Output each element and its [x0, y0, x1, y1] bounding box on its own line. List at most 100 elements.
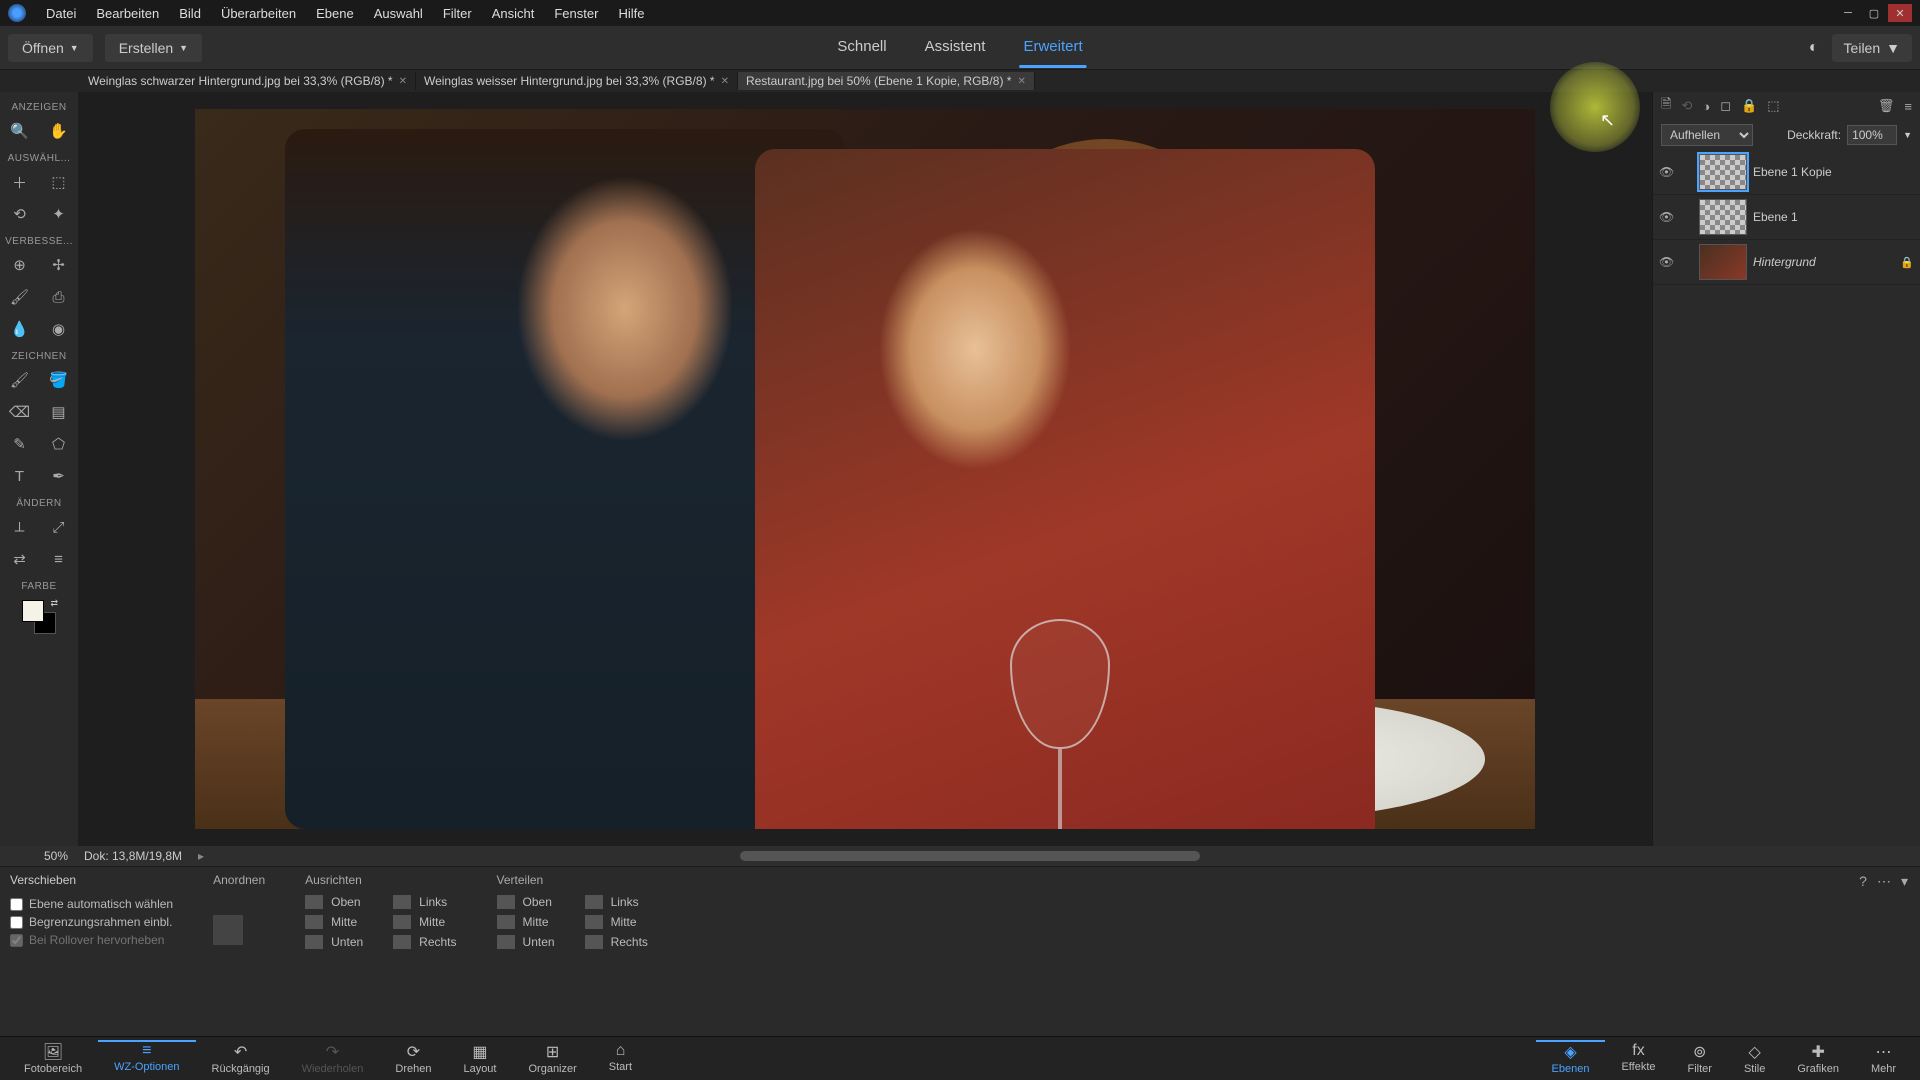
fx-panel-icon[interactable]: ⬚ — [1767, 98, 1779, 114]
checkbox[interactable] — [10, 916, 23, 929]
bottom-fotobereich[interactable]: 🖼Fotobereich — [8, 1040, 98, 1077]
layer-name[interactable]: Ebene 1 — [1753, 210, 1914, 224]
canvas-area[interactable] — [78, 92, 1652, 846]
menu-hilfe[interactable]: Hilfe — [608, 6, 654, 21]
contrast-icon[interactable]: ◐ — [1800, 34, 1828, 62]
layer-row[interactable]: 👁Ebene 1 Kopie — [1653, 150, 1920, 195]
layer-name[interactable]: Hintergrund — [1753, 255, 1894, 269]
help-icon[interactable]: ? — [1859, 873, 1867, 890]
pencil-icon[interactable]: ✎ — [0, 428, 39, 460]
open-button[interactable]: Öffnen▼ — [8, 34, 93, 62]
stamp-icon[interactable]: ⎙ — [39, 281, 78, 313]
menu-ansicht[interactable]: Ansicht — [482, 6, 545, 21]
swap-colors-icon[interactable]: ⇄ — [50, 598, 58, 609]
menu-bild[interactable]: Bild — [169, 6, 211, 21]
bottom-grafiken[interactable]: ✚Grafiken — [1781, 1040, 1855, 1077]
zoom-icon[interactable]: 🔍 — [0, 115, 39, 147]
menu-bearbeiten[interactable]: Bearbeiten — [86, 6, 169, 21]
option-checkbox[interactable]: Ebene automatisch wählen — [10, 895, 173, 913]
align-button[interactable]: Mitte — [393, 915, 456, 929]
more-options-icon[interactable]: ⋯ — [1877, 873, 1891, 890]
menu-ebene[interactable]: Ebene — [306, 6, 364, 21]
document-tab[interactable]: Weinglas weisser Hintergrund.jpg bei 33,… — [416, 72, 738, 90]
menu-auswahl[interactable]: Auswahl — [364, 6, 433, 21]
layer-thumbnail[interactable] — [1699, 154, 1747, 190]
bottom-rückgängig[interactable]: ↶Rückgängig — [196, 1040, 286, 1077]
align-button[interactable]: Unten — [497, 935, 555, 949]
minimize-button[interactable]: ─ — [1836, 4, 1860, 22]
bottom-filter[interactable]: ⊚Filter — [1672, 1040, 1728, 1077]
lasso-icon[interactable]: ⟲ — [0, 198, 39, 230]
lock-icon[interactable]: 🔒 — [1741, 98, 1757, 114]
layer-thumbnail[interactable] — [1699, 199, 1747, 235]
option-checkbox[interactable]: Begrenzungsrahmen einbl. — [10, 913, 173, 931]
maximize-button[interactable]: ▢ — [1862, 4, 1886, 22]
align-button[interactable]: Links — [585, 895, 648, 909]
close-tab-icon[interactable]: ✕ — [1017, 76, 1025, 87]
layer-visibility-icon[interactable]: 👁 — [1659, 165, 1673, 179]
marquee-icon[interactable]: ⬚ — [39, 166, 78, 198]
gradient-icon[interactable]: ▤ — [39, 396, 78, 428]
close-tab-icon[interactable]: ✕ — [721, 76, 729, 87]
pen-icon[interactable]: ✒ — [39, 460, 78, 492]
collapse-icon[interactable]: ▾ — [1901, 873, 1908, 890]
align-button[interactable]: Links — [393, 895, 456, 909]
bottom-drehen[interactable]: ⟳Drehen — [379, 1040, 447, 1077]
new-doc-icon[interactable]: 🗎 — [1661, 95, 1671, 117]
align-button[interactable]: Unten — [305, 935, 363, 949]
brush-icon[interactable]: 🖌 — [0, 364, 39, 396]
horizontal-scrollbar[interactable] — [740, 851, 1200, 861]
bottom-mehr[interactable]: ⋯Mehr — [1855, 1040, 1912, 1077]
menu-filter[interactable]: Filter — [433, 6, 482, 21]
align-button[interactable]: Rechts — [585, 935, 648, 949]
redeye-icon[interactable]: ⊕ — [0, 249, 39, 281]
color-swatch[interactable]: ⇄ — [22, 600, 56, 634]
link-icon[interactable]: ⟲ — [1681, 98, 1692, 114]
bucket-icon[interactable]: 🪣 — [39, 364, 78, 396]
adjust-icon[interactable]: ◑ — [1702, 99, 1710, 114]
add-icon[interactable]: ＋ — [0, 166, 39, 198]
create-button[interactable]: Erstellen▼ — [105, 34, 202, 62]
eraser-icon[interactable]: ⌫ — [0, 396, 39, 428]
layer-thumbnail[interactable] — [1699, 244, 1747, 280]
hand-icon[interactable]: ✋ — [39, 115, 78, 147]
blur-icon[interactable]: 💧 — [0, 313, 39, 345]
panel-menu-icon[interactable]: ≡ — [1904, 99, 1912, 114]
mask-icon[interactable]: ◻ — [1720, 98, 1731, 114]
bottom-ebenen[interactable]: ◈Ebenen — [1536, 1040, 1606, 1077]
document-tab[interactable]: Restaurant.jpg bei 50% (Ebene 1 Kopie, R… — [738, 72, 1035, 90]
close-tab-icon[interactable]: ✕ — [399, 76, 407, 87]
shape-icon[interactable]: ⬠ — [39, 428, 78, 460]
layer-row[interactable]: 👁 Ebene 1 — [1653, 195, 1920, 240]
chevron-right-icon[interactable]: ▸ — [198, 849, 204, 863]
layer-visibility-icon[interactable]: 👁 — [1659, 210, 1673, 224]
bottom-organizer[interactable]: ⊞Organizer — [512, 1040, 592, 1077]
align-button[interactable]: Oben — [497, 895, 555, 909]
fg-color[interactable] — [22, 600, 44, 622]
menu-überarbeiten[interactable]: Überarbeiten — [211, 6, 306, 21]
spot-icon[interactable]: ✢ — [39, 249, 78, 281]
align-button[interactable]: Rechts — [393, 935, 456, 949]
trash-icon[interactable]: 🗑 — [1878, 98, 1895, 114]
bottom-start[interactable]: ⌂Start — [593, 1040, 648, 1077]
align-button[interactable]: Mitte — [585, 915, 648, 929]
shuffle-icon[interactable]: ⇄ — [0, 543, 39, 575]
wand-icon[interactable]: ✦ — [39, 198, 78, 230]
brush-heal-icon[interactable]: 🖌 — [0, 281, 39, 313]
zoom-value[interactable]: 50% — [10, 849, 68, 863]
align-button[interactable]: Mitte — [497, 915, 555, 929]
bottom-stile[interactable]: ◇Stile — [1728, 1040, 1781, 1077]
mode-tab-schnell[interactable]: Schnell — [833, 28, 890, 68]
mode-tab-erweitert[interactable]: Erweitert — [1019, 28, 1086, 68]
type-icon[interactable]: T — [0, 460, 39, 492]
crop-icon[interactable]: ⟂ — [0, 511, 39, 543]
transform-icon[interactable]: ⤢ — [39, 511, 78, 543]
layer-visibility-icon[interactable]: 👁 — [1659, 255, 1673, 269]
blend-mode-select[interactable]: Aufhellen — [1661, 124, 1753, 146]
layer-row[interactable]: 👁Hintergrund🔒 — [1653, 240, 1920, 285]
document-tab[interactable]: Weinglas schwarzer Hintergrund.jpg bei 3… — [80, 72, 416, 90]
menu-fenster[interactable]: Fenster — [544, 6, 608, 21]
opacity-input[interactable] — [1847, 125, 1897, 145]
align-button[interactable]: Mitte — [305, 915, 363, 929]
menu-datei[interactable]: Datei — [36, 6, 86, 21]
